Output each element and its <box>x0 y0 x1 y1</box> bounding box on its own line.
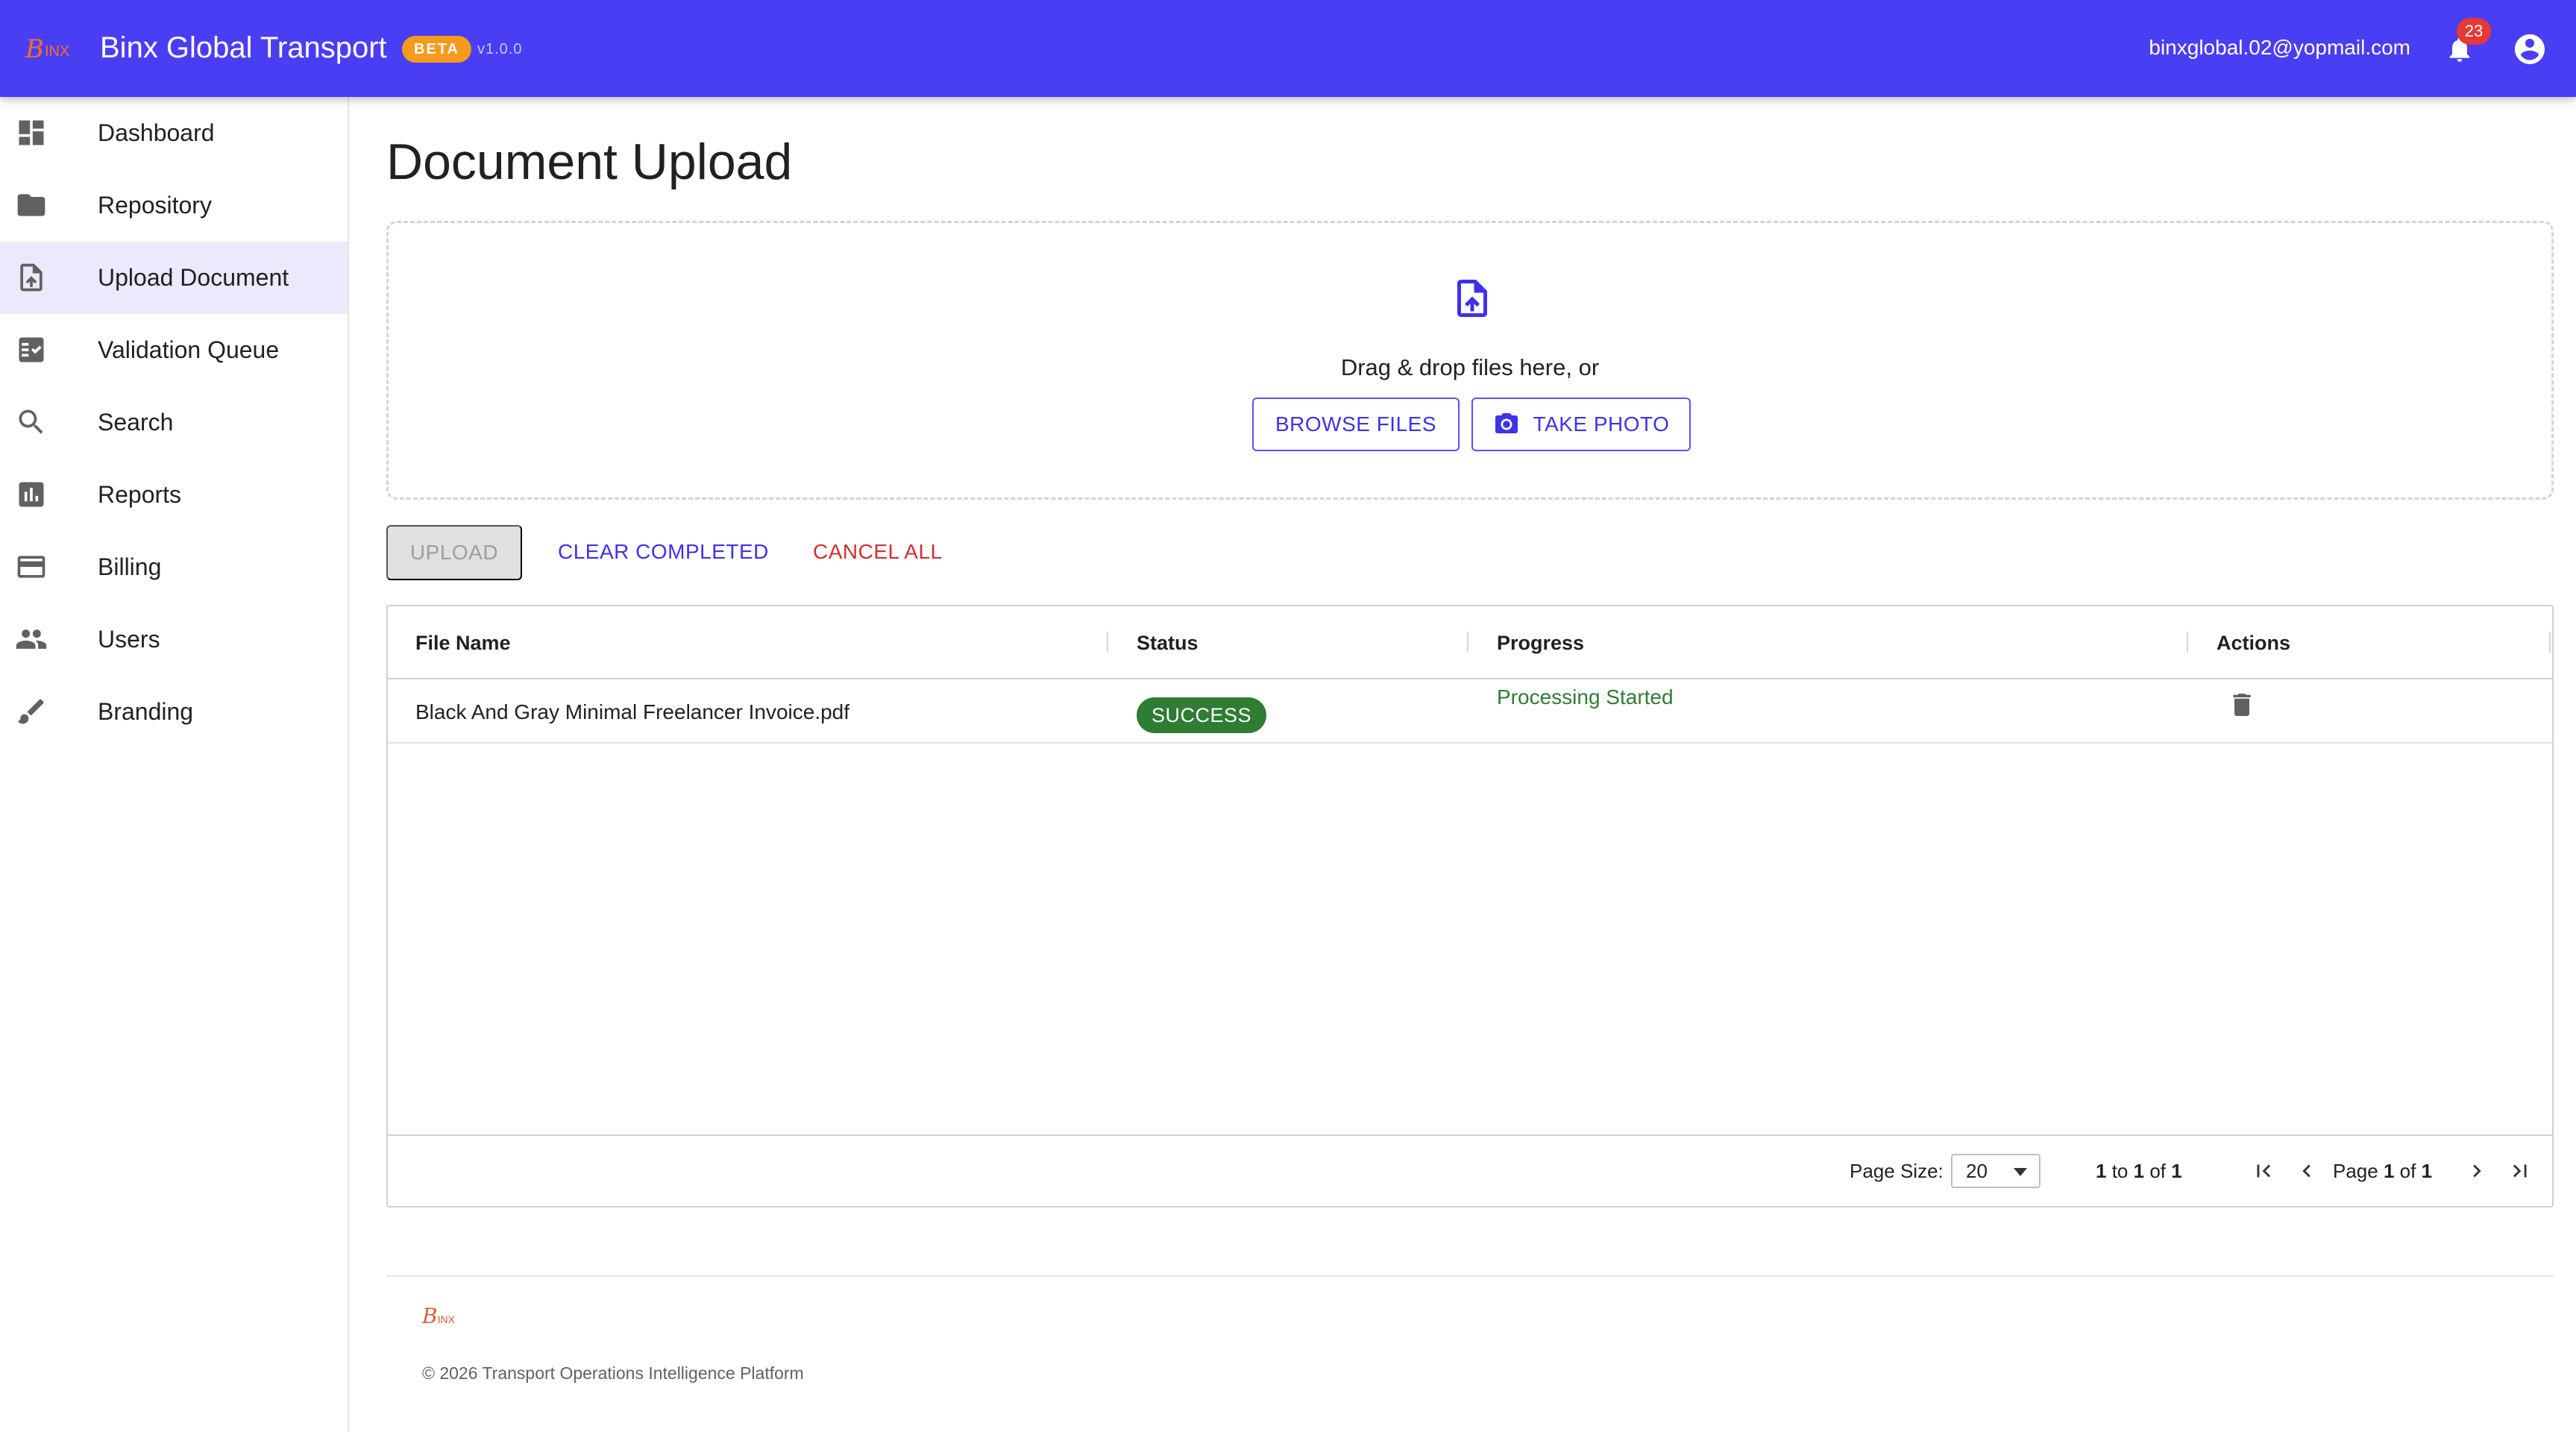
upload-table: File Name Status Progress Actions Black … <box>386 605 2554 1208</box>
status-badge: SUCCESS <box>1137 697 1267 733</box>
sidebar-item-validation-queue[interactable]: Validation Queue <box>0 314 348 386</box>
clear-completed-button[interactable]: CLEAR COMPLETED <box>558 540 769 564</box>
sidebar-item-label: Repository <box>98 192 212 219</box>
sidebar-item-repository[interactable]: Repository <box>0 169 348 242</box>
sidebar-item-upload-document[interactable]: Upload Document <box>0 242 348 314</box>
column-header-progress[interactable]: Progress <box>1497 632 1584 655</box>
progress-status-text: Processing Started <box>1497 685 1674 709</box>
column-resizer[interactable] <box>2187 632 2188 653</box>
notification-badge: 23 <box>2457 18 2491 45</box>
bar-chart-icon <box>19 482 44 507</box>
page-size-select[interactable]: 20 <box>1951 1154 2041 1188</box>
file-name-cell: Black And Gray Minimal Freelancer Invoic… <box>415 700 850 723</box>
credit-card-icon <box>17 556 45 578</box>
page-size-label: Page Size: <box>1850 1160 1944 1182</box>
delete-icon[interactable] <box>2227 690 2257 720</box>
column-resizer[interactable] <box>2549 632 2551 653</box>
footer-divider <box>386 1275 2554 1277</box>
brand-logo[interactable]: B INX <box>25 33 78 66</box>
app-title: Binx Global Transport <box>100 31 387 64</box>
beta-badge: BETA <box>402 36 471 63</box>
sidebar-item-label: Branding <box>98 698 194 725</box>
sidebar-item-dashboard[interactable]: Dashboard <box>0 97 348 169</box>
upload-button[interactable]: UPLOAD <box>386 525 522 580</box>
search-icon <box>19 409 43 434</box>
page-title: Document Upload <box>386 134 793 190</box>
column-resizer[interactable] <box>1107 632 1108 653</box>
take-photo-label: TAKE PHOTO <box>1533 412 1670 436</box>
browse-files-button[interactable]: BROWSE FILES <box>1252 398 1460 451</box>
table-row[interactable]: Black And Gray Minimal Freelancer Invoic… <box>388 679 2552 744</box>
table-header: File Name Status Progress Actions <box>388 606 2552 679</box>
sidebar-item-label: Reports <box>98 481 182 508</box>
cancel-all-button[interactable]: CANCEL ALL <box>813 540 943 564</box>
brush-icon <box>17 699 44 724</box>
footer-logo: B INX <box>422 1304 455 1328</box>
column-header-status[interactable]: Status <box>1137 632 1199 655</box>
app-bar: B INX Binx Global Transport BETA v1.0.0 b… <box>0 0 2576 97</box>
last-page-icon[interactable] <box>2507 1158 2533 1184</box>
sidebar: Dashboard Repository Upload Document Val… <box>0 97 349 1432</box>
first-page-icon[interactable] <box>2251 1158 2276 1184</box>
sidebar-item-users[interactable]: Users <box>0 603 348 676</box>
camera-icon <box>1495 413 1518 433</box>
dashboard-icon <box>19 120 44 145</box>
column-header-actions: Actions <box>2217 632 2291 654</box>
sidebar-item-label: Validation Queue <box>98 336 280 363</box>
sidebar-item-search[interactable]: Search <box>0 386 348 459</box>
checklist-icon <box>19 337 44 362</box>
column-resizer[interactable] <box>1467 632 1468 653</box>
page-size-value: 20 <box>1966 1159 1988 1182</box>
account-button[interactable] <box>2512 31 2548 67</box>
next-page-icon[interactable] <box>2464 1158 2489 1184</box>
sidebar-item-label: Search <box>98 409 174 436</box>
sidebar-item-billing[interactable]: Billing <box>0 531 348 603</box>
page-indicator: Page 1 of 1 <box>2333 1160 2433 1182</box>
copyright-text: © 2026 Transport Operations Intelligence… <box>422 1363 804 1383</box>
sidebar-item-label: Users <box>98 626 160 653</box>
upload-file-icon <box>20 263 43 292</box>
dropdown-arrow-icon <box>2014 1168 2027 1176</box>
version-label: v1.0.0 <box>477 41 523 57</box>
browse-files-label: BROWSE FILES <box>1275 412 1437 436</box>
dropzone-text: Drag & drop files here, or <box>1340 354 1600 380</box>
sidebar-item-label: Dashboard <box>98 119 215 146</box>
sidebar-item-label: Upload Document <box>98 264 289 291</box>
table-pagination: Page Size: 20 1 to 1 of 1 Page 1 of 1 <box>388 1134 2552 1206</box>
user-email[interactable]: binxglobal.02@yopmail.com <box>2149 36 2410 60</box>
take-photo-button[interactable]: TAKE PHOTO <box>1471 398 1691 451</box>
row-range-summary: 1 to 1 of 1 <box>2096 1160 2182 1182</box>
people-icon <box>16 629 47 649</box>
upload-file-icon <box>1457 280 1487 317</box>
previous-page-icon[interactable] <box>2294 1158 2319 1184</box>
file-dropzone[interactable]: Drag & drop files here, or BROWSE FILES … <box>386 221 2554 500</box>
folder-icon <box>17 194 45 216</box>
column-header-file-name[interactable]: File Name <box>415 632 511 655</box>
sidebar-item-label: Billing <box>98 553 162 580</box>
account-circle-icon <box>2515 34 2545 64</box>
sidebar-item-reports[interactable]: Reports <box>0 459 348 531</box>
sidebar-item-branding[interactable]: Branding <box>0 676 348 748</box>
